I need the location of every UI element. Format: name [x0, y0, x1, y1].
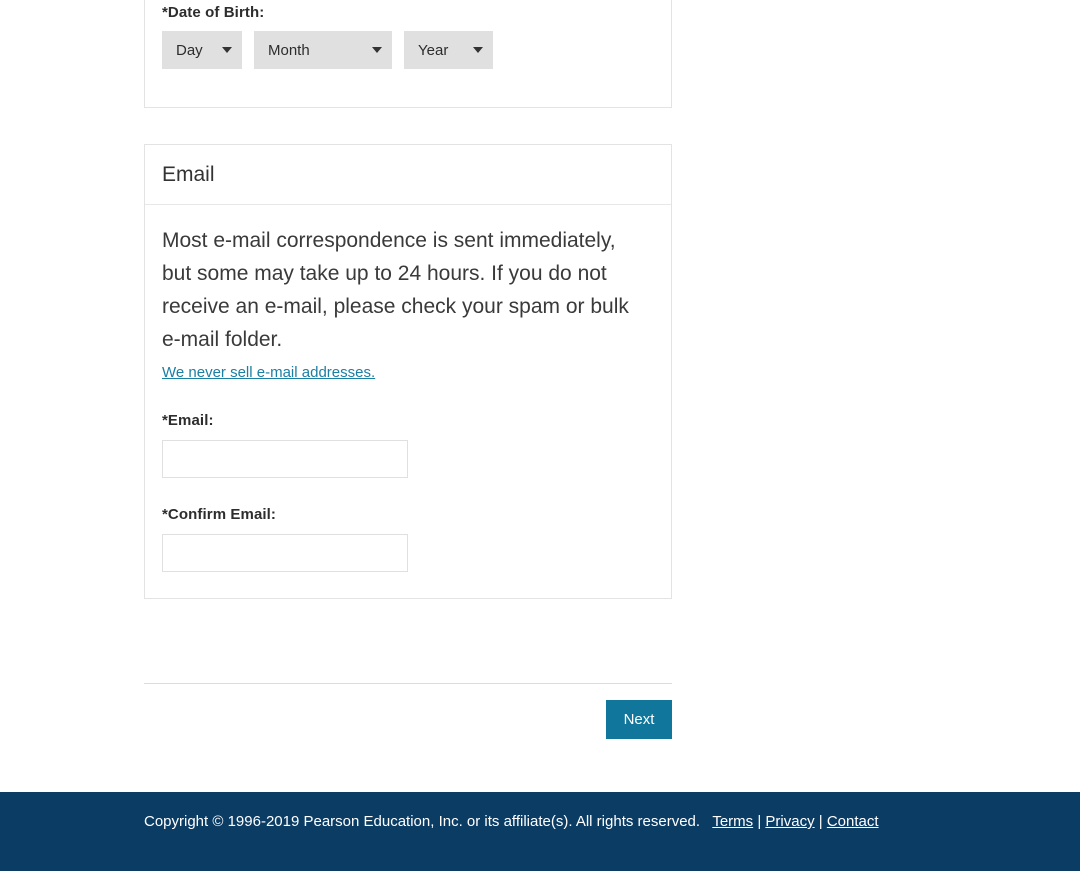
dob-month-value: Month [268, 41, 310, 59]
footer-separator-2: | [818, 813, 823, 830]
footer-terms-link[interactable]: Terms [712, 813, 753, 830]
form-actions: Next [144, 700, 672, 739]
footer-separator-1: | [757, 813, 762, 830]
footer-content: Copyright © 1996-2019 Pearson Education,… [144, 812, 944, 832]
never-sell-email-link[interactable]: We never sell e-mail addresses. [162, 364, 375, 381]
footer-privacy-link[interactable]: Privacy [765, 813, 814, 830]
confirm-email-input[interactable] [162, 534, 408, 572]
chevron-down-icon [473, 47, 483, 53]
footer-copyright: Copyright © 1996-2019 Pearson Education,… [144, 813, 701, 830]
email-input[interactable] [162, 440, 408, 478]
dob-year-select[interactable]: Year [404, 31, 493, 69]
dob-day-value: Day [176, 41, 203, 59]
email-field-group: *Email: [162, 412, 654, 478]
email-panel: Email Most e-mail correspondence is sent… [144, 144, 672, 599]
email-panel-body: Most e-mail correspondence is sent immed… [145, 205, 671, 598]
site-footer: Copyright © 1996-2019 Pearson Education,… [0, 792, 1080, 871]
email-label: *Email: [162, 412, 214, 429]
date-of-birth-panel: *Date of Birth: Day Month Year [144, 0, 672, 108]
dob-year-value: Year [418, 41, 449, 59]
confirm-email-label: *Confirm Email: [162, 506, 277, 523]
date-of-birth-label: *Date of Birth: [162, 4, 265, 21]
footer-contact-link[interactable]: Contact [827, 813, 879, 830]
next-button[interactable]: Next [606, 700, 672, 739]
dob-day-select[interactable]: Day [162, 31, 242, 69]
dob-month-select[interactable]: Month [254, 31, 392, 69]
date-of-birth-body: *Date of Birth: Day Month Year [145, 0, 671, 69]
registration-page: *Date of Birth: Day Month Year Email Mos… [0, 0, 1080, 871]
email-intro-text: Most e-mail correspondence is sent immed… [162, 229, 629, 351]
email-panel-title: Email [162, 163, 215, 186]
date-of-birth-selects: Day Month Year [162, 31, 654, 69]
confirm-email-field-group: *Confirm Email: [162, 506, 654, 572]
form-divider [144, 683, 672, 684]
chevron-down-icon [222, 47, 232, 53]
email-panel-header: Email [145, 145, 671, 205]
chevron-down-icon [372, 47, 382, 53]
